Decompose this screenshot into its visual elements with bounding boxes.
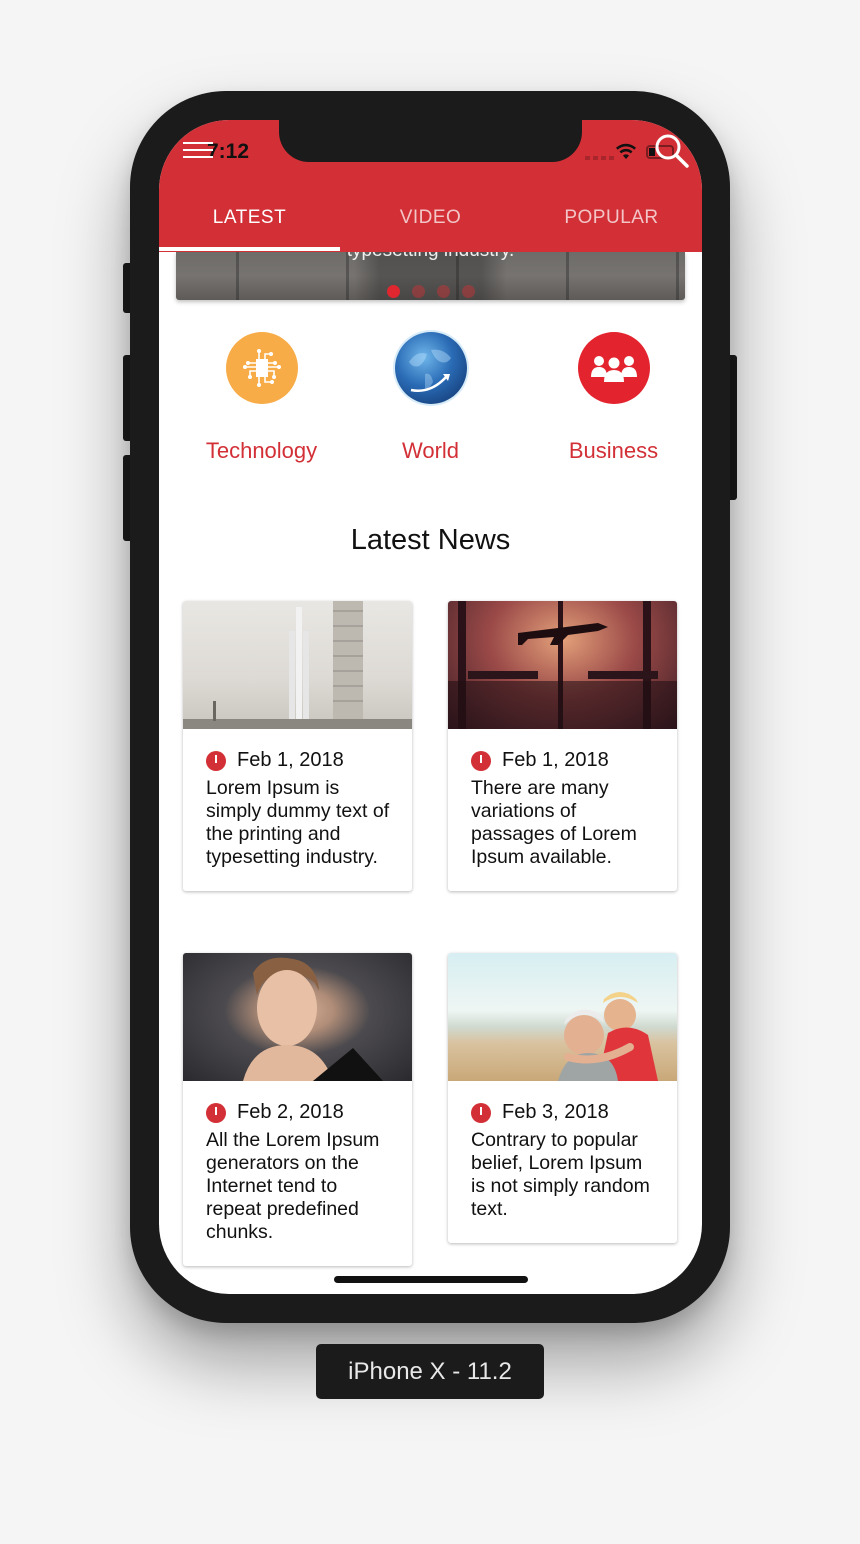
article-summary: All the Lorem Ipsum generators on the In… [206,1129,380,1243]
article-summary: Contrary to popular belief, Lorem Ipsum … [471,1129,650,1220]
carousel-dot[interactable] [461,285,475,298]
article-date: Feb 2, 2018 [237,1101,344,1123]
clock-icon [206,750,226,771]
chip-icon [225,332,298,404]
article-summary: Lorem Ipsum is simply dummy text of the … [206,777,390,868]
category-row: Technology World Business [159,332,702,464]
featured-carousel[interactable]: typesetting industry. [176,252,685,300]
signal-icon [585,156,614,160]
category-label: World [401,438,460,463]
phone-screen: 7:12 LATEST VIDEO POPULAR typesetting in… [159,120,702,1294]
category-label: Business [568,438,659,463]
news-card[interactable]: Feb 3, 2018 Contrary to popular belief, … [448,953,677,1243]
notch [279,120,582,162]
article-date: Feb 1, 2018 [237,749,344,771]
search-icon[interactable] [653,132,691,170]
app-bar: 7:12 LATEST VIDEO POPULAR [159,120,702,252]
category-technology[interactable]: Technology [171,332,352,464]
status-time: 7:12 [207,140,250,163]
woman-portrait-photo [183,953,412,1081]
tab-popular[interactable]: POPULAR [521,198,702,252]
carousel-dot[interactable] [386,285,400,298]
clock-icon [471,750,491,771]
carousel-caption: typesetting industry. [176,252,685,262]
article-date: Feb 3, 2018 [502,1101,609,1123]
people-icon [577,332,650,404]
news-card[interactable]: Feb 1, 2018 There are many variations of… [448,601,677,891]
tab-video[interactable]: VIDEO [340,198,521,252]
latest-news-heading: Latest News [350,524,511,556]
carousel-dot[interactable] [411,285,425,298]
article-date: Feb 1, 2018 [502,749,609,771]
device-label: iPhone X - 11.2 [316,1344,544,1399]
airport-airplane-photo [448,601,677,729]
news-card[interactable]: Feb 1, 2018 Lorem Ipsum is simply dummy … [183,601,412,891]
category-business[interactable]: Business [523,332,702,464]
tab-latest[interactable]: LATEST [159,198,340,252]
hamburger-icon[interactable] [183,142,213,160]
globe-icon [394,332,467,404]
category-label: Technology [205,438,318,463]
clock-icon [471,1102,491,1123]
couple-beach-photo [448,953,677,1081]
clock-icon [206,1102,226,1123]
category-world[interactable]: World [340,332,521,464]
article-summary: There are many variations of passages of… [471,777,637,868]
carousel-dot[interactable] [436,285,450,298]
carousel-pagination [176,285,685,298]
home-indicator[interactable] [334,1276,528,1283]
tab-bar: LATEST VIDEO POPULAR [159,198,702,252]
active-tab-indicator [159,247,340,251]
rocket-launch-photo [183,601,412,729]
news-card[interactable]: Feb 2, 2018 All the Lorem Ipsum generato… [183,953,412,1266]
wifi-icon [616,143,636,159]
